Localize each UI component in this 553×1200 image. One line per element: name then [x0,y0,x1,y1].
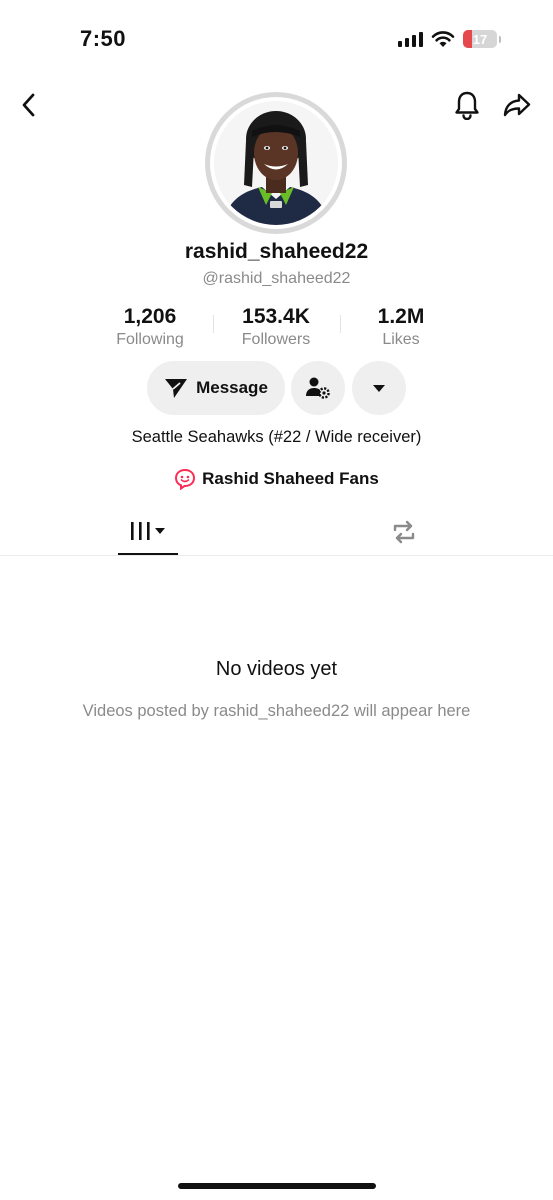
share-button[interactable] [502,90,532,120]
followers-count: 153.4K [242,305,310,328]
caret-down-icon [373,385,385,392]
following-label: Following [116,331,184,348]
battery-level: 17 [472,31,488,47]
message-button[interactable]: Message [147,361,285,415]
empty-state-subtitle: Videos posted by rashid_shaheed22 will a… [82,702,471,720]
cellular-signal-icon [398,31,423,47]
chevron-left-icon [22,93,35,117]
avatar-inner-ring [210,97,342,229]
back-button[interactable] [14,90,44,120]
tab-videos[interactable] [118,515,178,555]
profile-bio: Seattle Seahawks (#22 / Wide receiver) [131,428,422,446]
fan-group-link[interactable]: Rashid Shaheed Fans [0,468,553,490]
following-stat[interactable]: 1,206 Following [85,305,215,349]
follow-settings-button[interactable] [291,361,345,415]
battery-fill [463,30,472,48]
user-gear-icon [306,377,330,399]
likes-stat[interactable]: 1.2M Likes [336,305,466,349]
bell-icon [455,91,479,120]
display-name: rashid_shaheed22 [184,240,369,263]
empty-state-title: No videos yet [215,658,338,680]
profile-avatar[interactable] [205,92,347,234]
avatar-photo [214,101,338,225]
share-arrow-icon [503,93,531,117]
tab-reposts[interactable] [384,515,424,549]
repost-icon [393,520,415,544]
status-time: 7:50 [80,26,127,51]
grid-lines-icon [131,522,165,540]
following-count: 1,206 [123,305,177,328]
fan-chat-icon [175,468,196,490]
notification-bell-button[interactable] [452,90,482,120]
more-options-button[interactable] [352,361,406,415]
battery-icon: 17 [463,30,497,48]
likes-count: 1.2M [377,305,425,328]
status-icons: 17 [398,30,501,48]
followers-stat[interactable]: 153.4K Followers [211,305,341,349]
fan-group-label: Rashid Shaheed Fans [202,469,379,488]
message-label: Message [196,378,268,397]
username-handle: @rashid_shaheed22 [202,270,351,287]
home-indicator[interactable] [178,1183,376,1189]
wifi-icon [431,31,455,47]
battery-cap [499,35,501,43]
player-portrait-image [214,101,338,225]
tab-bar-divider [0,555,553,556]
paper-plane-icon [165,379,188,398]
likes-label: Likes [382,331,420,348]
followers-label: Followers [241,331,311,348]
